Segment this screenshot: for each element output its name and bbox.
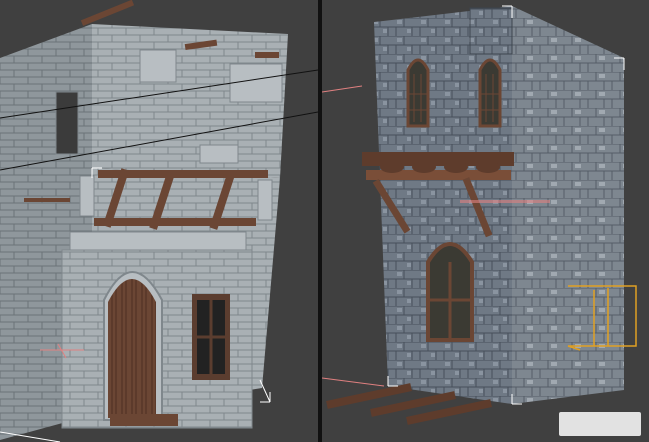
roof-beam — [80, 0, 135, 26]
door-lintel — [69, 231, 247, 251]
parapet-block — [229, 63, 283, 103]
grid-line — [322, 377, 385, 387]
tower-side-face — [512, 6, 624, 404]
grid-line — [322, 85, 363, 93]
watermark-logo — [559, 412, 641, 436]
gothic-window-upper — [406, 58, 430, 128]
3d-modeling-app — [0, 0, 649, 442]
viewport-right[interactable] — [322, 0, 649, 442]
door-step — [110, 414, 178, 426]
parapet-block — [199, 144, 239, 164]
upper-window — [55, 91, 79, 155]
parapet-block — [139, 49, 177, 83]
right-viewport-scene — [322, 5, 637, 425]
gothic-window-upper — [478, 58, 502, 128]
parapet — [469, 7, 513, 55]
viewport-left[interactable] — [0, 0, 318, 442]
left-viewport-scene — [0, 0, 318, 442]
wall-beam — [24, 198, 70, 202]
roof-beam — [255, 52, 279, 58]
door — [108, 279, 156, 418]
